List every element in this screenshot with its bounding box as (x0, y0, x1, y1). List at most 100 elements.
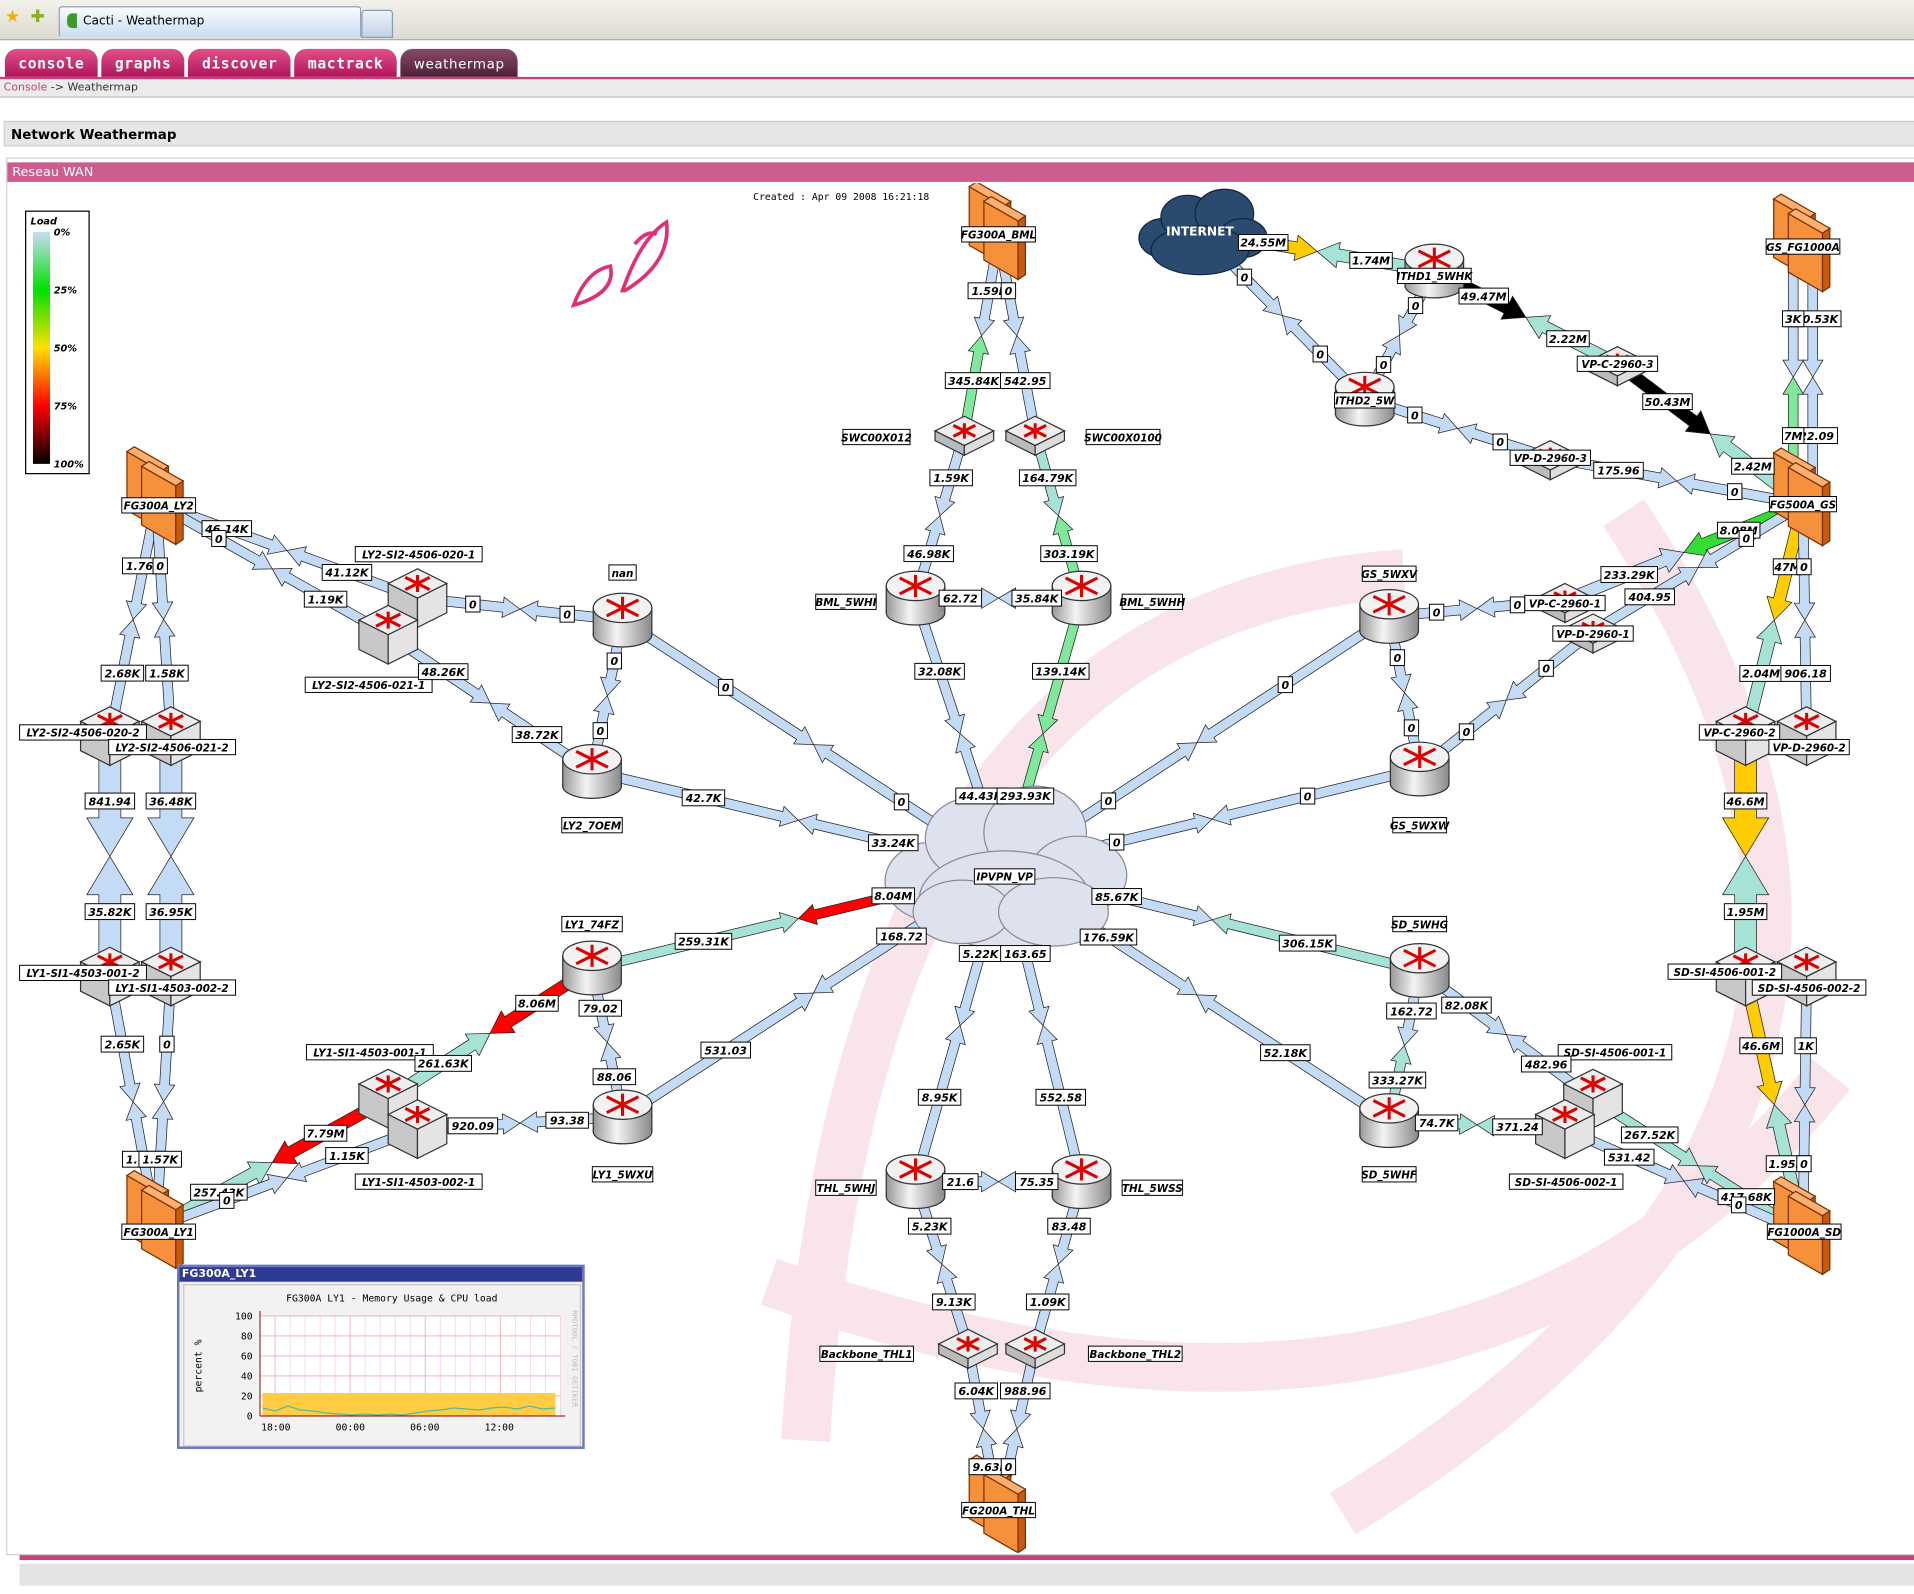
link-bandwidth-label: 0 (1796, 1155, 1812, 1173)
link-bandwidth-label: 303.19K (1040, 545, 1098, 563)
link-bandwidth-label: 0 (1796, 558, 1812, 576)
node-nan[interactable] (592, 592, 653, 648)
link-bandwidth-label: 257.43K (190, 1183, 248, 1201)
tab-weathermap[interactable]: weathermap (400, 48, 519, 77)
node-fg300a-ly1[interactable] (125, 1169, 185, 1270)
link-bandwidth-label-text: 0 (1463, 726, 1471, 739)
link-bandwidth-label: 0 (152, 557, 168, 575)
browser-tab[interactable]: Cacti - Weathermap (58, 6, 362, 37)
link-bandwidth-label-text: 0 (469, 598, 477, 611)
node-label: ITHD1_5WHK (1396, 267, 1473, 284)
tab-console[interactable]: console (4, 48, 98, 77)
link-bandwidth-label-text: 176.59K (1083, 931, 1135, 944)
node-gs-5wxv[interactable] (1359, 588, 1420, 644)
link-bandwidth-label: 50.43M (1642, 393, 1693, 411)
node-fg300a-ly2[interactable] (125, 446, 185, 546)
link-bandwidth-label-text: 1.57K (142, 1154, 179, 1167)
node-label-text: VP-D-2960-3 (1514, 453, 1587, 465)
link-bandwidth-label: 35.84K (1011, 589, 1062, 607)
node-label-text: GS_FG1000A (1766, 242, 1840, 254)
link-bandwidth-label-text: 267.52K (1624, 1129, 1676, 1142)
add-bookmark-icon[interactable]: ✚ (31, 7, 45, 27)
browser-tab-bar: ★ ✚ Cacti - Weathermap (0, 0, 1914, 41)
link-bandwidth-label: 33.24K (867, 834, 919, 852)
chart-title: FG300A LY1 - Memory Usage & CPU load (286, 1293, 497, 1304)
link-bandwidth-label-text: 841.94 (89, 795, 131, 808)
link-bandwidth-label-text: 0 (223, 1195, 231, 1208)
new-tab-button[interactable] (361, 9, 394, 38)
link-bandwidth-label: 531.42 (1603, 1148, 1655, 1166)
node-bml-5whi[interactable] (885, 570, 946, 626)
link-bandwidth-label-text: 306.15K (1282, 937, 1334, 950)
node-label: SD-SI-4506-001-1 (1557, 1044, 1673, 1061)
node-sd-5whg[interactable] (1389, 942, 1450, 998)
tab-discover[interactable]: discover (188, 48, 291, 77)
link-bandwidth-label: 85.67K (1091, 888, 1142, 905)
node-label: LY1-SI1-4503-001-1 (305, 1044, 434, 1061)
node-label: FG300A_BML (961, 226, 1036, 243)
node-label-text: LY1_74FZ (565, 919, 619, 931)
link-bandwidth-label: 3K (1782, 310, 1805, 328)
link-bandwidth-label-text: 50.43M (1645, 396, 1691, 409)
node-label-text: IPVPN_VP (976, 872, 1033, 884)
link-bandwidth-label-text: 0 (215, 533, 223, 546)
legend-stop: 75% (54, 402, 78, 413)
router-icon (562, 744, 622, 799)
node-label: nan (608, 564, 637, 581)
link-bandwidth-label-text: 41.12K (324, 567, 370, 580)
link-bandwidth-label: 0 (1109, 833, 1125, 851)
node-thl-5wss[interactable] (1051, 1154, 1112, 1210)
node-label: IPVPN_VP (973, 868, 1036, 885)
link-bandwidth-label-text: 988.96 (1004, 1385, 1047, 1398)
breadcrumb-separator: -> (47, 81, 68, 94)
link-bandwidth-label: 0 (1738, 530, 1754, 547)
link-bandwidth-label: 139.14K (1032, 662, 1090, 680)
node-vp-d-2960-2[interactable] (1775, 706, 1838, 767)
node-ly2-7oem[interactable] (562, 744, 622, 799)
link-bandwidth-label: 24.55M (1237, 234, 1289, 251)
node-label: FG300A_LY2 (121, 497, 197, 514)
node-label: SD-SI-4506-002-2 (1751, 979, 1867, 996)
link-bandwidth-label-text: 0 (1316, 348, 1324, 361)
node-gs-5wxw[interactable] (1389, 741, 1450, 797)
tab-graphs[interactable]: graphs (101, 48, 185, 77)
node-thl-5whj[interactable] (885, 1154, 946, 1210)
node-ly1-si1-4503-002-2[interactable] (140, 946, 202, 1007)
link-bandwidth-label: 7M (1782, 427, 1805, 445)
node-sd-5whf[interactable] (1359, 1093, 1420, 1149)
node-label: LY1-SI1-4503-001-2 (19, 964, 147, 982)
popup-graph-panel: FG300A LY1 - Memory Usage & CPU load perc… (183, 1284, 582, 1447)
node-label: LY2-SI2-4506-021-1 (304, 676, 433, 693)
node-label-text: SWC00X0100 (1084, 432, 1162, 444)
node-label: BML_5WHI (815, 593, 877, 610)
link-bandwidth-label-text: 21.6 (947, 1176, 974, 1189)
node-label: SD-SI-4506-001-2 (1667, 963, 1783, 980)
link-bandwidth-label-text: 5.22K (963, 948, 1000, 961)
node-ly1-74fz[interactable] (562, 940, 622, 996)
node-ly1-5wxu[interactable] (592, 1089, 653, 1145)
node-label: SWC00X012 (841, 428, 912, 446)
link-bandwidth-label: 0 (1403, 719, 1420, 737)
link-bandwidth-label-text: 7M (1784, 430, 1803, 443)
main-nav-tabs: console graphs discover mactrack weather… (4, 48, 519, 78)
link-bandwidth-label-text: 36.95K (149, 906, 194, 919)
link-bandwidth-label-text: 93.38 (550, 1115, 585, 1128)
node-label: VP-C-2960-2 (1698, 724, 1781, 741)
link-bandwidth-label-text: 33.24K (872, 837, 917, 850)
link-bandwidth-label-text: 8.06M (518, 998, 556, 1011)
link-bandwidth-label: 371.24 (1492, 1118, 1543, 1136)
link-bandwidth-label-text: 88.06 (597, 1071, 632, 1084)
link-bandwidth-label: 0 (211, 530, 227, 547)
breadcrumb-console-link[interactable]: Console (4, 82, 48, 94)
link-bandwidth-label: 1.58K (145, 664, 189, 682)
link-bandwidth-label-text: 52.18K (1264, 1047, 1309, 1060)
link-bandwidth-label-text: 293.93K (1000, 790, 1052, 803)
link-bandwidth-label: 21.6 (942, 1173, 979, 1191)
node-swc00x012[interactable] (933, 415, 996, 457)
router-icon (592, 592, 653, 648)
node-swc00x0100[interactable] (1004, 415, 1066, 457)
bookmark-star-icon[interactable]: ★ (5, 7, 20, 27)
node-ly2-si2-4506-021-2[interactable] (140, 706, 202, 767)
tab-mactrack[interactable]: mactrack (294, 48, 397, 77)
node-internet[interactable]: INTERNET (1138, 188, 1268, 276)
